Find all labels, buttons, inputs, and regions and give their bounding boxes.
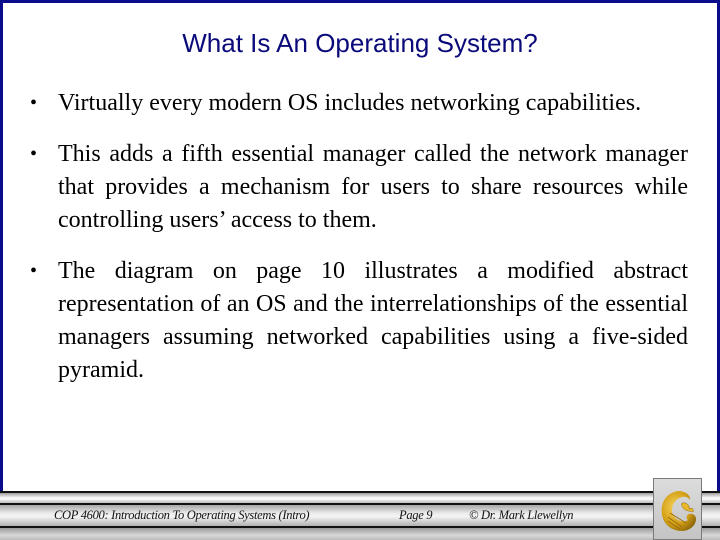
footer-bar: COP 4600: Introduction To Operating Syst… — [0, 491, 720, 540]
bullet-marker: • — [30, 92, 38, 114]
pegasus-logo-icon — [661, 491, 696, 531]
footer-page-number: Page 9 — [399, 508, 433, 522]
bullet-list: • Virtually every modern OS includes net… — [30, 87, 688, 405]
bullet-text: This adds a fifth essential manager call… — [58, 141, 688, 233]
slide-title: What Is An Operating System? — [182, 28, 538, 58]
bullet-marker: • — [30, 143, 38, 165]
bullet-marker: • — [30, 260, 38, 282]
bullet-text: The diagram on page 10 illustrates a mod… — [58, 258, 688, 383]
footer-band-bottom — [0, 528, 720, 540]
bullet-item: • Virtually every modern OS includes net… — [30, 87, 688, 120]
bullet-text: Virtually every modern OS includes netwo… — [58, 90, 642, 116]
footer-band-top — [0, 491, 720, 503]
footer-copyright: © Dr. Mark Llewellyn — [469, 508, 574, 522]
footer-course-title: COP 4600: Introduction To Operating Syst… — [54, 508, 310, 522]
bullet-item: • This adds a fifth essential manager ca… — [30, 138, 688, 237]
bullet-item: • The diagram on page 10 illustrates a m… — [30, 255, 688, 387]
logo-tile — [653, 478, 702, 540]
